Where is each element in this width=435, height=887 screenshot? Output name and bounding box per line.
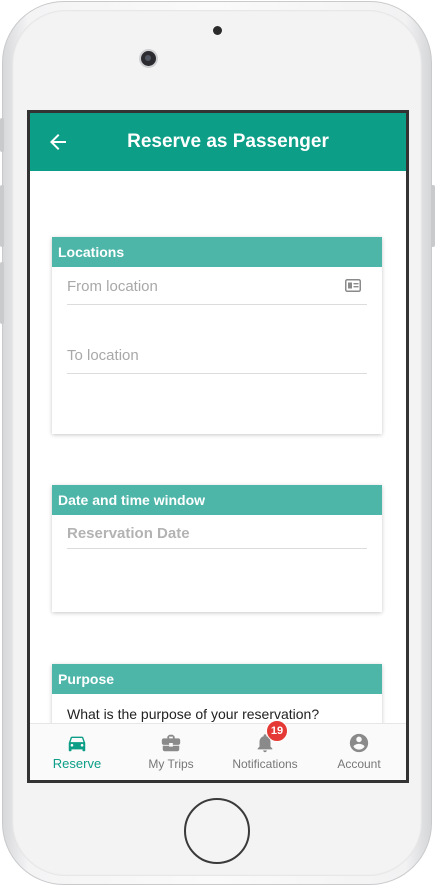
volume-up-button [0, 185, 4, 247]
purpose-question: What is the purpose of your reservation? [67, 706, 320, 722]
to-location-field[interactable]: To location [67, 340, 367, 374]
nav-label-reserve: Reserve [52, 756, 102, 771]
purpose-card: Purpose What is the purpose of your rese… [52, 664, 382, 726]
locations-card: Locations From location To location [52, 237, 382, 434]
volume-down-button [0, 262, 4, 324]
nav-item-my-trips[interactable]: My Trips [124, 724, 218, 780]
page-title: Reserve as Passenger [127, 131, 329, 152]
front-camera [141, 51, 156, 66]
nav-item-notifications[interactable]: 19 Notifications [218, 720, 312, 780]
purpose-section-title: Purpose [52, 664, 382, 694]
account-circle-icon [349, 733, 369, 753]
from-location-placeholder: From location [67, 278, 158, 295]
nav-label-my-trips: My Trips [148, 757, 194, 771]
nav-item-reserve[interactable]: Reserve [30, 724, 124, 780]
nav-label-notifications: Notifications [232, 757, 298, 771]
contact-card-icon[interactable] [345, 279, 361, 292]
app-header: Reserve as Passenger [30, 113, 406, 171]
arrow-left-icon[interactable] [46, 130, 70, 154]
home-button[interactable] [184, 798, 250, 864]
bottom-navigation: Reserve My Trips 19 Notifications Accoun… [30, 720, 406, 780]
briefcase-icon [161, 734, 181, 752]
from-location-field[interactable]: From location [67, 271, 367, 305]
datetime-section-title: Date and time window [52, 485, 382, 515]
datetime-card: Date and time window Reservation Date [52, 485, 382, 612]
reservation-date-field[interactable]: Reservation Date [67, 515, 367, 549]
mute-switch [0, 118, 4, 152]
form-content[interactable]: Locations From location To location Date… [30, 171, 406, 726]
power-button [431, 185, 435, 247]
locations-section-title: Locations [52, 237, 382, 267]
to-location-placeholder: To location [67, 347, 139, 364]
reservation-date-placeholder: Reservation Date [67, 525, 190, 542]
car-icon [68, 736, 86, 752]
app-screen: Reserve as Passenger Locations From loca… [27, 110, 409, 783]
earpiece-dot [213, 26, 222, 35]
nav-label-account: Account [337, 757, 381, 771]
notifications-badge: 19 [266, 720, 288, 742]
nav-item-account[interactable]: Account [312, 724, 406, 780]
